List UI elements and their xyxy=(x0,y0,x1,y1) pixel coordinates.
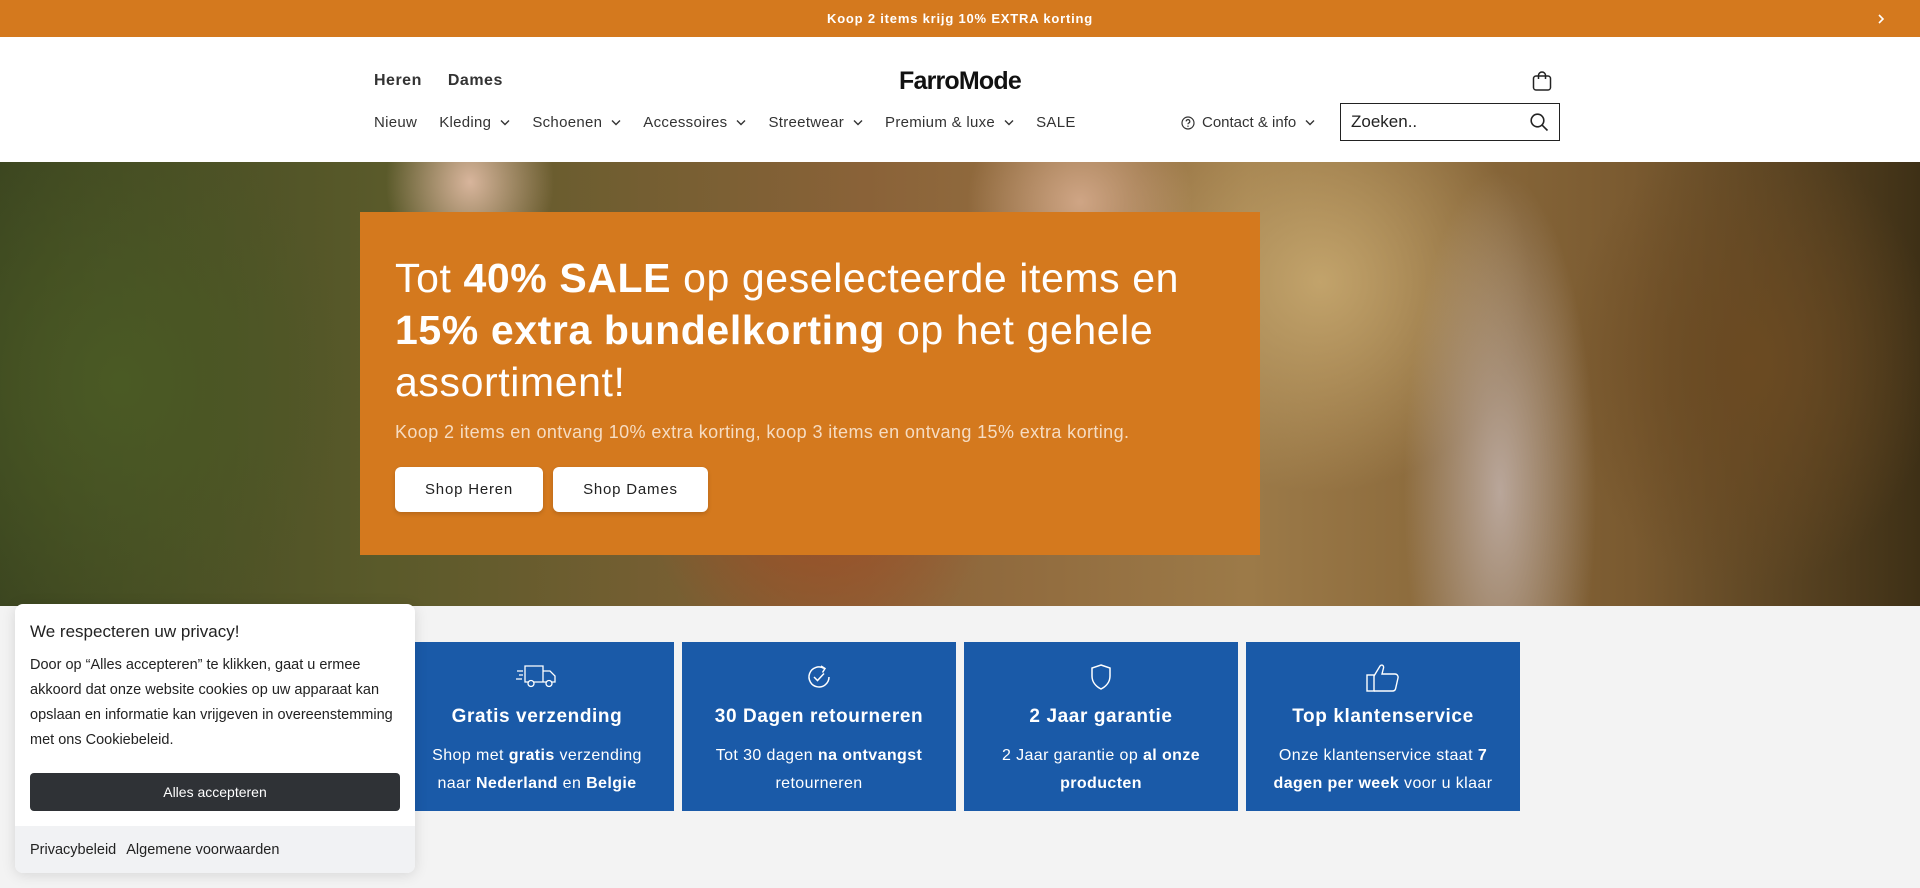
hero-headline: Tot 40% SALE op geselecteerde items en 1… xyxy=(395,255,1180,405)
hero-banner: Tot 40% SALE op geselecteerde items en 1… xyxy=(0,162,1920,606)
thumbs-up-icon xyxy=(1366,664,1399,692)
logo[interactable]: FarroMode xyxy=(899,67,1022,95)
feature-card: Top klantenservice Onze klantenservice s… xyxy=(1246,642,1520,811)
nav-item-nieuw[interactable]: Nieuw xyxy=(374,114,417,131)
feature-desc: Shop met gratis verzending naar Nederlan… xyxy=(432,747,642,792)
cookie-title: We respecteren uw privacy! xyxy=(30,622,240,641)
nav-item-label: SALE xyxy=(1036,114,1076,131)
nav-item-label: Premium & luxe xyxy=(885,114,996,131)
terms-link[interactable]: Algemene voorwaarden xyxy=(126,842,279,858)
cookie-consent-panel: We respecteren uw privacy! Door op “Alle… xyxy=(15,604,415,873)
feature-card: 30 Dagen retourneren Tot 30 dagen na ont… xyxy=(682,642,956,811)
nav-heren-link[interactable]: Heren xyxy=(374,72,422,90)
nav-item-label: Kleding xyxy=(439,114,492,131)
hero-buttons: Shop Heren Shop Dames xyxy=(395,467,1225,512)
chevron-down-icon xyxy=(1004,120,1014,126)
feature-title: 2 Jaar garantie xyxy=(1029,706,1173,727)
nav-item-premium[interactable]: Premium & luxe xyxy=(885,114,1014,131)
chevron-down-icon xyxy=(736,120,746,126)
cookie-text: Door op “Alles accepteren” te klikken, g… xyxy=(30,657,393,748)
cookie-footer: Privacybeleid Algemene voorwaarden xyxy=(15,826,415,873)
feature-desc: Tot 30 dagen na ontvangst retourneren xyxy=(715,747,923,792)
privacy-policy-link[interactable]: Privacybeleid xyxy=(30,842,116,858)
nav-item-streetwear[interactable]: Streetwear xyxy=(768,114,863,131)
site-header: Heren Dames FarroMode Nieuw Kleding Scho… xyxy=(0,37,1920,162)
shopping-bag-icon[interactable] xyxy=(1530,69,1554,93)
feature-title: Top klantenservice xyxy=(1292,706,1474,727)
feature-card: Gratis verzending Shop met gratis verzen… xyxy=(400,642,674,811)
accept-all-button[interactable]: Alles accepteren xyxy=(30,773,400,811)
feature-desc: 2 Jaar garantie op al onze producten xyxy=(1001,747,1201,792)
feature-title: Gratis verzending xyxy=(451,706,623,727)
hero-subtext: Koop 2 items en ontvang 10% extra kortin… xyxy=(395,422,1130,442)
promo-box: Tot 40% SALE op geselecteerde items en 1… xyxy=(360,212,1260,555)
nav-item-accessoires[interactable]: Accessoires xyxy=(643,114,746,131)
feature-desc: Onze klantenservice staat 7 dagen per we… xyxy=(1273,747,1493,792)
help-circle-icon xyxy=(1181,115,1195,130)
announcement-bar: Koop 2 items krijg 10% EXTRA korting xyxy=(0,0,1920,37)
contact-label: Contact & info xyxy=(1202,114,1297,131)
nav-item-label: Streetwear xyxy=(768,114,845,131)
main-nav: Nieuw Kleding Schoenen Accessoires Stree… xyxy=(374,114,1098,131)
contact-menu[interactable]: Contact & info xyxy=(1181,114,1315,131)
feature-card: 2 Jaar garantie 2 Jaar garantie op al on… xyxy=(964,642,1238,811)
chevron-down-icon xyxy=(500,120,510,126)
return-check-icon xyxy=(808,665,830,688)
shop-dames-button[interactable]: Shop Dames xyxy=(553,467,708,512)
nav-dames-link[interactable]: Dames xyxy=(448,72,503,90)
search-box xyxy=(1340,103,1560,141)
chevron-down-icon xyxy=(611,120,621,126)
search-icon[interactable] xyxy=(1529,112,1549,132)
nav-item-kleding[interactable]: Kleding xyxy=(439,114,510,131)
shield-icon xyxy=(1091,664,1111,690)
nav-item-label: Schoenen xyxy=(532,114,603,131)
feature-title: 30 Dagen retourneren xyxy=(714,706,924,727)
delivery-truck-icon xyxy=(516,665,556,688)
nav-item-schoenen[interactable]: Schoenen xyxy=(532,114,621,131)
announcement-text: Koop 2 items krijg 10% EXTRA korting xyxy=(827,11,1093,26)
search-input[interactable] xyxy=(1351,112,1529,132)
gender-nav: Heren Dames xyxy=(374,72,503,90)
chevron-down-icon xyxy=(1305,120,1315,126)
logo-wrapper: FarroMode xyxy=(0,67,1920,96)
chevron-down-icon xyxy=(853,120,863,126)
nav-item-label: Accessoires xyxy=(643,114,728,131)
nav-item-label: Nieuw xyxy=(374,114,418,131)
shop-heren-button[interactable]: Shop Heren xyxy=(395,467,544,512)
chevron-right-icon[interactable] xyxy=(1876,0,1886,37)
nav-item-sale[interactable]: SALE xyxy=(1036,114,1076,131)
